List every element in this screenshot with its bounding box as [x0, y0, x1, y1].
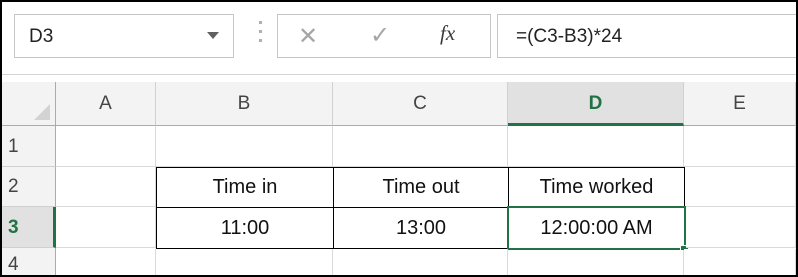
cell-d1[interactable]: [508, 126, 684, 167]
cell-c4[interactable]: [333, 249, 508, 275]
select-all-icon: [34, 104, 50, 120]
drag-handle-icon[interactable]: [257, 15, 263, 55]
cell-c1[interactable]: [333, 126, 508, 167]
cell-c2[interactable]: Time out: [333, 167, 509, 208]
column-header-e[interactable]: E: [684, 82, 796, 126]
cell-a1[interactable]: [56, 126, 156, 167]
cell-e1[interactable]: [684, 126, 796, 167]
checkmark-icon[interactable]: ✓: [370, 21, 390, 50]
spreadsheet-window: D3 ✕ ✓ fx =(C3-B3)*24 A B C D E 1 2 3 4: [0, 0, 798, 277]
cell-e4[interactable]: [684, 249, 796, 275]
cancel-icon[interactable]: ✕: [298, 22, 318, 51]
cell-e3[interactable]: [686, 207, 796, 248]
worksheet-grid: A B C D E 1 2 3 4 Time in Time out Time …: [2, 82, 796, 275]
row-header-2[interactable]: 2: [2, 167, 56, 207]
cell-e2[interactable]: [685, 167, 796, 207]
insert-function-button[interactable]: fx: [440, 21, 455, 46]
name-box[interactable]: D3: [14, 14, 234, 58]
formula-bar: D3 ✕ ✓ fx =(C3-B3)*24: [2, 2, 796, 75]
cell-b4[interactable]: [156, 249, 333, 275]
formula-text: =(C3-B3)*24: [516, 26, 623, 47]
cell-b1[interactable]: [156, 126, 333, 167]
chevron-down-icon[interactable]: [207, 32, 219, 39]
cell-a2[interactable]: [56, 167, 156, 207]
select-all-button[interactable]: [2, 82, 56, 126]
formula-bar-buttons: ✕ ✓ fx: [277, 14, 491, 58]
column-header-c[interactable]: C: [333, 82, 508, 126]
column-header-d[interactable]: D: [508, 82, 684, 126]
cell-d4[interactable]: [508, 250, 684, 275]
cell-b2[interactable]: Time in: [156, 167, 334, 208]
cell-d3[interactable]: 12:00:00 AM: [507, 206, 686, 250]
formula-input[interactable]: =(C3-B3)*24: [497, 14, 796, 58]
column-header-a[interactable]: A: [56, 82, 156, 126]
column-header-b[interactable]: B: [156, 82, 333, 126]
cell-c3[interactable]: 13:00: [333, 207, 509, 249]
cell-b3[interactable]: 11:00: [156, 207, 334, 249]
cell-a3[interactable]: [56, 207, 156, 248]
row-header-4[interactable]: 4: [2, 248, 56, 275]
row-header-1[interactable]: 1: [2, 126, 56, 167]
name-box-value: D3: [29, 26, 54, 47]
row-header-3[interactable]: 3: [2, 207, 56, 248]
cell-a4[interactable]: [56, 249, 156, 275]
cell-d2[interactable]: Time worked: [508, 167, 685, 208]
